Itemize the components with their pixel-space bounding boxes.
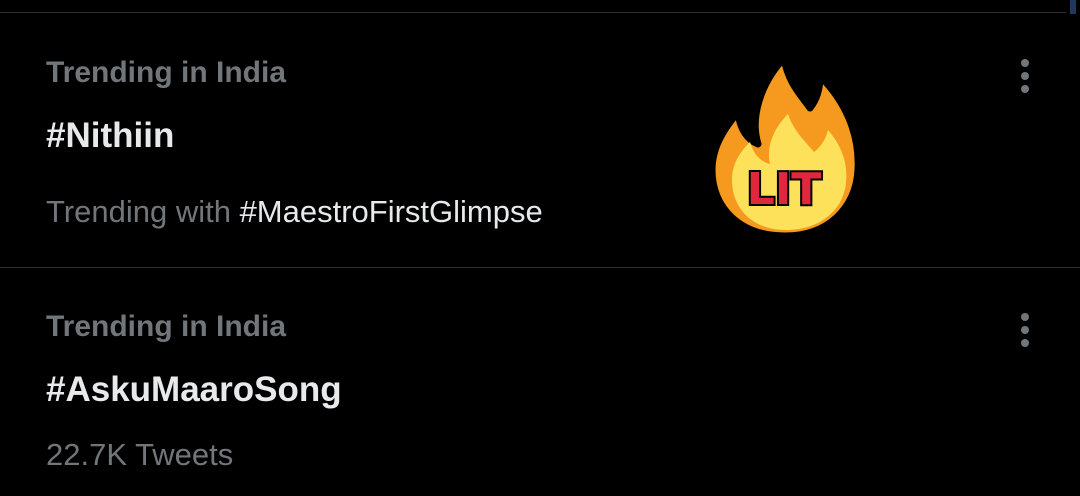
- more-vertical-icon: [1021, 59, 1029, 93]
- tweet-count: 22.7K Tweets: [46, 437, 234, 472]
- top-divider: [0, 12, 1066, 13]
- trend-item-askumaarosong[interactable]: Trending in India #AskuMaaroSong 22.7K T…: [0, 268, 1080, 496]
- more-options-button[interactable]: [1010, 310, 1040, 350]
- trend-subline: Trending with #MaestroFirstGlimpse: [46, 194, 543, 230]
- trend-hashtag[interactable]: #AskuMaaroSong: [46, 370, 342, 410]
- scroll-indicator: [1070, 0, 1076, 14]
- trend-context: Trending in India: [46, 56, 286, 89]
- fire-lit-graphic: LIT: [708, 54, 862, 240]
- fire-lit-icon: LIT: [700, 52, 870, 242]
- trend-hashtag[interactable]: #Nithiin: [46, 116, 174, 156]
- trend-context: Trending in India: [46, 310, 286, 343]
- more-vertical-icon: [1021, 313, 1029, 347]
- related-hashtag[interactable]: #MaestroFirstGlimpse: [240, 194, 543, 229]
- more-options-button[interactable]: [1010, 56, 1040, 96]
- trending-with-label: Trending with: [46, 194, 240, 229]
- sticker-text: LIT: [747, 164, 821, 215]
- trend-item-nithiin[interactable]: Trending in India #Nithiin Trending with…: [0, 14, 1080, 267]
